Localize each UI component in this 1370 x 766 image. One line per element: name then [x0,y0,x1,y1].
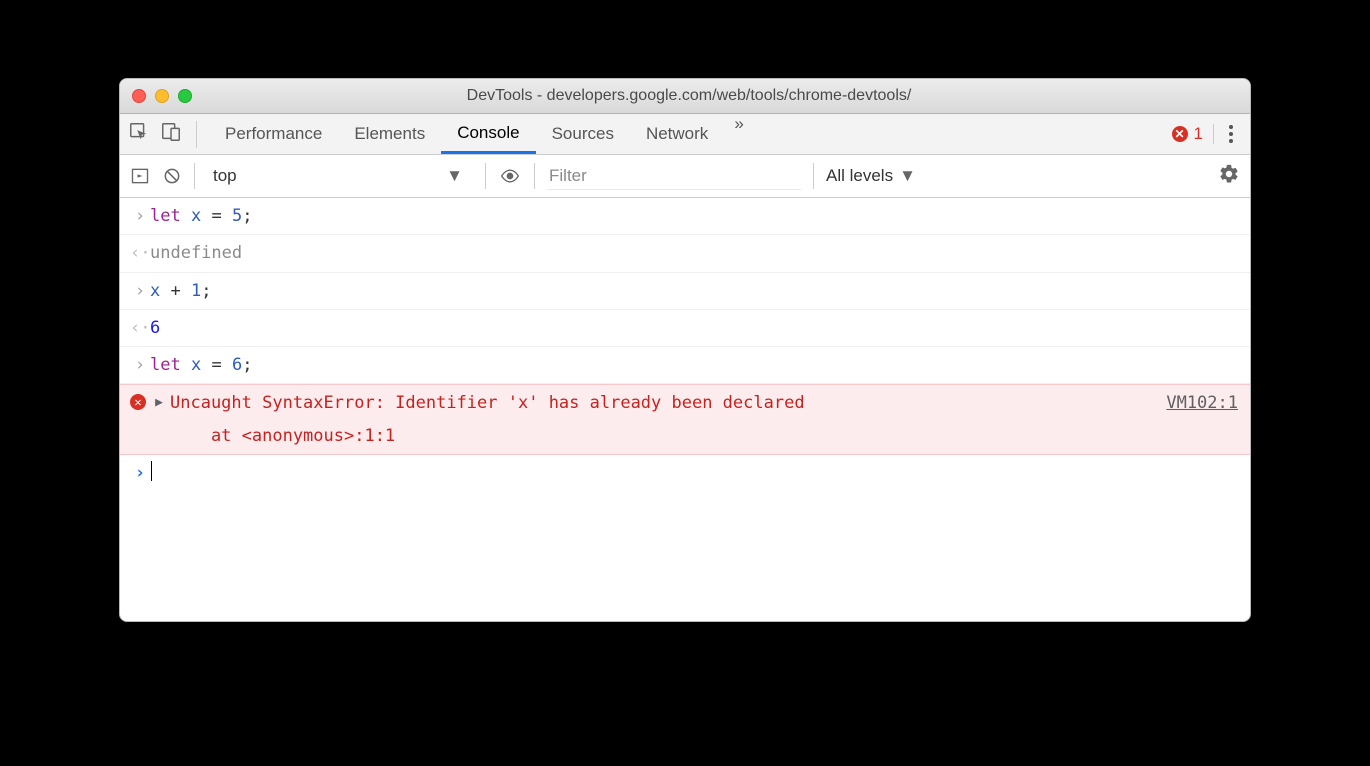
entry-content: let x = 6; [150,349,1238,381]
context-label: top [213,166,237,186]
inspect-element-icon[interactable] [128,121,150,148]
entry-content: let x = 5; [150,200,1238,232]
console-settings-icon[interactable] [1218,163,1240,190]
error-count: 1 [1194,124,1203,144]
expand-error-icon[interactable]: ▶ [152,387,166,419]
entry-content: 6 [150,312,1238,344]
chevron-down-icon: ▼ [899,166,916,186]
error-source-link[interactable]: VM102:1 [1150,387,1238,419]
console-toolbar: top ▼ All levels ▼ [120,155,1250,198]
tab-sources[interactable]: Sources [536,114,630,154]
input-chevron-icon: › [130,349,150,381]
output-chevron-icon: ‹· [130,237,150,269]
console-error-entry[interactable]: ✕ ▶ Uncaught SyntaxError: Identifier 'x'… [120,384,1250,455]
error-message: Uncaught SyntaxError: Identifier 'x' has… [170,387,1150,452]
chevron-down-icon: ▼ [446,166,463,186]
console-output-entry[interactable]: ‹·6 [120,310,1250,347]
input-chevron-icon: › [130,200,150,232]
error-icon: ✕ [130,394,146,410]
tab-console[interactable]: Console [441,114,535,154]
live-expression-icon[interactable] [498,166,522,186]
console-input-entry[interactable]: ›let x = 5; [120,198,1250,235]
device-toolbar-icon[interactable] [160,121,182,148]
execution-context-selector[interactable]: top ▼ [207,166,473,186]
more-options-button[interactable] [1220,122,1242,146]
window-title: DevTools - developers.google.com/web/too… [140,87,1238,105]
input-chevron-icon: › [130,275,150,307]
levels-label: All levels [826,166,893,186]
tab-network[interactable]: Network [630,114,724,154]
error-count-badge[interactable]: ✕ 1 [1162,124,1214,144]
clear-console-icon[interactable] [162,166,182,186]
show-console-sidebar-icon[interactable] [130,166,150,186]
filter-input[interactable] [547,162,801,190]
error-icon: ✕ [1172,126,1188,142]
panel-tabs-bar: Performance Elements Console Sources Net… [120,114,1250,155]
text-cursor [151,461,152,481]
entry-content: x + 1; [150,275,1238,307]
panel-tabs: Performance Elements Console Sources Net… [209,114,754,154]
console-input-entry[interactable]: ›let x = 6; [120,347,1250,384]
tab-performance[interactable]: Performance [209,114,338,154]
console-output-entry[interactable]: ‹·undefined [120,235,1250,272]
entry-content: undefined [150,237,1238,269]
log-levels-selector[interactable]: All levels ▼ [826,166,916,186]
prompt-chevron-icon: › [130,457,150,489]
tab-elements[interactable]: Elements [338,114,441,154]
console-input-entry[interactable]: ›x + 1; [120,273,1250,310]
console-output: ›let x = 5;‹·undefined›x + 1;‹·6›let x =… [120,198,1250,621]
window-titlebar: DevTools - developers.google.com/web/too… [120,79,1250,114]
console-prompt[interactable]: › [120,455,1250,491]
tabs-overflow-button[interactable]: » [724,114,753,154]
devtools-window: DevTools - developers.google.com/web/too… [119,78,1251,622]
output-chevron-icon: ‹· [130,312,150,344]
